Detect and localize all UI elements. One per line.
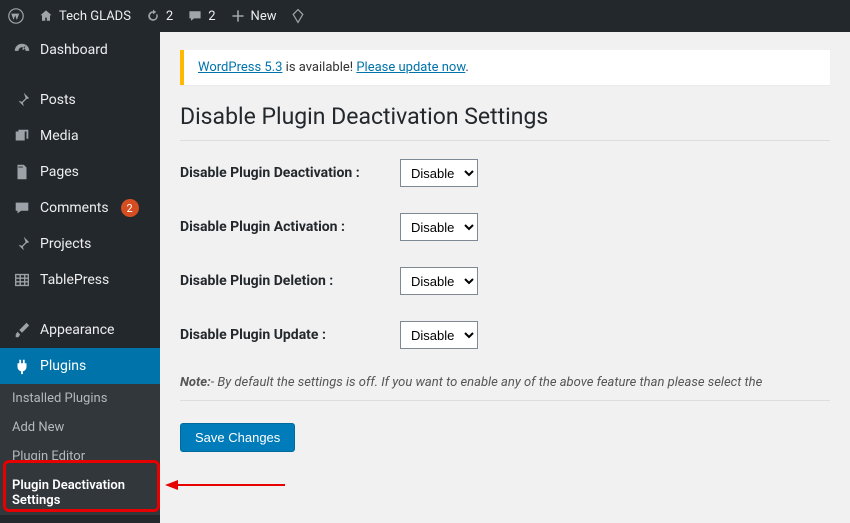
- row-disable-deactivation: Disable Plugin Deactivation : Disable: [180, 159, 830, 187]
- comment-icon: [187, 8, 203, 24]
- menu-label: Plugins: [40, 358, 86, 374]
- comment-icon: [12, 198, 32, 218]
- pin-icon: [12, 90, 32, 110]
- select-disable-activation[interactable]: Disable: [400, 213, 478, 241]
- select-disable-update[interactable]: Disable: [400, 321, 478, 349]
- brush-icon: [12, 320, 32, 340]
- select-disable-deactivation[interactable]: Disable: [400, 159, 478, 187]
- admin-sidebar: Dashboard Posts Media Pages Comments 2 Pr…: [0, 32, 160, 523]
- sidebar-item-projects[interactable]: Projects: [0, 226, 160, 262]
- note: Note:- By default the settings is off. I…: [180, 375, 830, 390]
- sidebar-item-plugins[interactable]: Plugins: [0, 348, 160, 384]
- admin-bar: Tech GLADS 2 2 New: [0, 0, 850, 32]
- submenu-plugin-editor[interactable]: Plugin Editor: [0, 442, 160, 471]
- menu-label: Dashboard: [40, 42, 108, 58]
- site-name: Tech GLADS: [59, 9, 131, 24]
- note-text: - By default the settings is off. If you…: [211, 375, 763, 390]
- menu-label: Media: [40, 128, 79, 144]
- row-disable-deletion: Disable Plugin Deletion : Disable: [180, 267, 830, 295]
- updates-count: 2: [166, 9, 173, 24]
- plus-icon: [230, 8, 246, 24]
- menu-label: Comments: [40, 200, 109, 216]
- sidebar-item-dashboard[interactable]: Dashboard: [0, 32, 160, 68]
- divider: [180, 140, 830, 141]
- sidebar-item-appearance[interactable]: Appearance: [0, 312, 160, 348]
- comments-badge: 2: [121, 199, 139, 217]
- divider: [180, 400, 830, 401]
- row-label: Disable Plugin Activation :: [180, 219, 400, 235]
- site-name-link[interactable]: Tech GLADS: [38, 8, 131, 24]
- new-label: New: [251, 9, 277, 24]
- menu-label: Pages: [40, 164, 79, 180]
- media-icon: [12, 126, 32, 146]
- submenu-installed-plugins[interactable]: Installed Plugins: [0, 384, 160, 413]
- update-notice: WordPress 5.3 is available! Please updat…: [180, 50, 830, 85]
- row-disable-update: Disable Plugin Update : Disable: [180, 321, 830, 349]
- row-disable-activation: Disable Plugin Activation : Disable: [180, 213, 830, 241]
- comments-count: 2: [208, 9, 215, 24]
- page-title: Disable Plugin Deactivation Settings: [180, 103, 830, 130]
- updates-link[interactable]: 2: [145, 8, 173, 24]
- menu-label: Posts: [40, 92, 76, 108]
- submenu-plugin-deactivation-settings[interactable]: Plugin Deactivation Settings: [0, 471, 160, 515]
- select-disable-deletion[interactable]: Disable: [400, 267, 478, 295]
- wp-logo[interactable]: [8, 8, 24, 24]
- diamond-link[interactable]: [290, 8, 306, 24]
- note-label: Note:: [180, 375, 211, 390]
- refresh-icon: [145, 8, 161, 24]
- wordpress-icon: [8, 8, 24, 24]
- page-icon: [12, 162, 32, 182]
- submenu-add-new[interactable]: Add New: [0, 413, 160, 442]
- sidebar-item-pages[interactable]: Pages: [0, 154, 160, 190]
- sidebar-item-posts[interactable]: Posts: [0, 82, 160, 118]
- pin-icon: [12, 234, 32, 254]
- dashboard-icon: [12, 40, 32, 60]
- row-label: Disable Plugin Deactivation :: [180, 165, 400, 181]
- new-link[interactable]: New: [230, 8, 277, 24]
- home-icon: [38, 8, 54, 24]
- row-label: Disable Plugin Deletion :: [180, 273, 400, 289]
- sidebar-item-media[interactable]: Media: [0, 118, 160, 154]
- notice-text: is available!: [282, 60, 356, 75]
- wordpress-version-link[interactable]: WordPress 5.3: [198, 60, 282, 75]
- diamond-icon: [290, 8, 306, 24]
- menu-label: Projects: [40, 236, 91, 252]
- menu-label: Appearance: [40, 322, 114, 338]
- row-label: Disable Plugin Update :: [180, 327, 400, 343]
- table-icon: [12, 270, 32, 290]
- menu-label: TablePress: [40, 272, 109, 288]
- plugins-submenu: Installed Plugins Add New Plugin Editor …: [0, 384, 160, 515]
- comments-link[interactable]: 2: [187, 8, 215, 24]
- save-changes-button[interactable]: Save Changes: [180, 423, 295, 452]
- sidebar-item-tablepress[interactable]: TablePress: [0, 262, 160, 298]
- update-now-link[interactable]: Please update now: [356, 60, 465, 75]
- sidebar-item-comments[interactable]: Comments 2: [0, 190, 160, 226]
- plug-icon: [12, 356, 32, 376]
- main-content: WordPress 5.3 is available! Please updat…: [160, 32, 850, 523]
- notice-end: .: [465, 60, 468, 75]
